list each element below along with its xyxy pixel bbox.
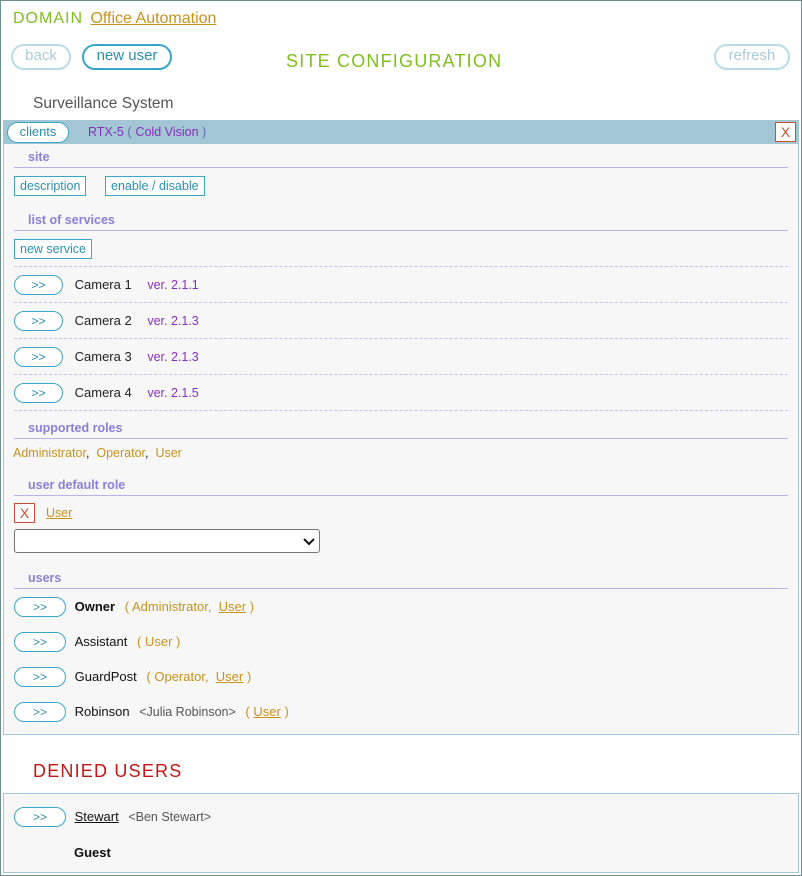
site-heading: site — [14, 148, 788, 168]
client-name: Cold Vision — [135, 125, 199, 139]
clients-button[interactable]: clients — [7, 122, 69, 143]
domain-name-link[interactable]: Office Automation — [90, 10, 216, 27]
expand-denied-user-button[interactable]: >> — [14, 807, 66, 827]
denied-user-role: Guest — [74, 845, 111, 860]
new-user-button[interactable]: new user — [82, 44, 172, 70]
role-item: Operator — [96, 446, 146, 460]
user-fullname: <Julia Robinson> — [139, 705, 236, 719]
default-role-heading: user default role — [14, 476, 788, 496]
service-name: Camera 2 — [74, 313, 132, 328]
service-row: >> Camera 4 ver. 2.1.5 — [14, 383, 199, 403]
user-role-link[interactable]: User — [216, 669, 243, 684]
page-title: SITE CONFIGURATION — [286, 51, 503, 71]
role-item: User — [155, 446, 182, 460]
expand-service-button[interactable]: >> — [14, 275, 63, 295]
close-client-button[interactable]: X — [775, 122, 796, 142]
user-row: >> Assistant ( User ) — [14, 632, 180, 652]
denied-user-row: >> Stewart <Ben Stewart> — [14, 807, 211, 827]
system-name: Surveillance System — [33, 95, 174, 112]
user-name: Assistant — [74, 634, 128, 649]
remove-default-role-button[interactable]: X — [14, 503, 35, 523]
default-role-link[interactable]: User — [46, 506, 72, 520]
denied-users-heading: DENIED USERS — [33, 761, 183, 781]
service-version: ver. 2.1.3 — [147, 314, 199, 328]
domain-label: DOMAIN — [13, 10, 83, 27]
divider — [14, 266, 788, 267]
user-role-link[interactable]: User — [219, 599, 246, 614]
service-version: ver. 2.1.3 — [147, 350, 199, 364]
user-row: >> Robinson <Julia Robinson> ( User ) — [14, 702, 289, 722]
new-service-button[interactable]: new service — [14, 239, 92, 259]
divider — [14, 410, 788, 411]
service-row: >> Camera 3 ver. 2.1.3 — [14, 347, 199, 367]
services-heading: list of services — [14, 211, 788, 231]
user-role: Administrator — [131, 599, 208, 614]
service-version: ver. 2.1.1 — [147, 278, 199, 292]
user-role-link[interactable]: User — [253, 704, 280, 719]
service-name: Camera 4 — [74, 385, 132, 400]
user-name: GuardPost — [74, 669, 137, 684]
expand-service-button[interactable]: >> — [14, 311, 63, 331]
client-open-paren: ( — [127, 125, 132, 139]
expand-service-button[interactable]: >> — [14, 347, 63, 367]
user-roles: ( Operator, User ) — [146, 669, 252, 684]
denied-user-fullname: <Ben Stewart> — [128, 810, 212, 824]
service-name: Camera 1 — [74, 277, 132, 292]
user-role: Operator — [154, 669, 205, 684]
user-row: >> Owner ( Administrator, User ) — [14, 597, 254, 617]
domain-header: DOMAIN Office Automation — [13, 10, 216, 28]
denied-user-name-link[interactable]: Stewart — [75, 809, 119, 824]
role-item: Administrator — [13, 446, 86, 460]
back-button[interactable]: back — [11, 44, 71, 70]
user-roles: ( Administrator, User ) — [124, 599, 255, 614]
divider — [14, 338, 788, 339]
user-name: Owner — [74, 599, 116, 614]
user-role: User — [144, 634, 173, 649]
user-row: >> GuardPost ( Operator, User ) — [14, 667, 251, 687]
divider — [14, 374, 788, 375]
roles-list: Administrator, Operator, User — [13, 446, 182, 460]
default-role-select[interactable] — [14, 529, 320, 553]
service-row: >> Camera 2 ver. 2.1.3 — [14, 311, 199, 331]
service-row: >> Camera 1 ver. 2.1.1 — [14, 275, 199, 295]
expand-user-button[interactable]: >> — [14, 597, 66, 617]
client-id: RTX-5 — [88, 125, 124, 139]
user-name: Robinson — [74, 704, 130, 719]
expand-service-button[interactable]: >> — [14, 383, 63, 403]
denied-users-panel — [3, 793, 799, 873]
expand-user-button[interactable]: >> — [14, 632, 66, 652]
client-info: RTX-5 (Cold Vision ) — [88, 125, 206, 139]
roles-heading: supported roles — [14, 419, 788, 439]
user-roles: ( User ) — [137, 634, 181, 649]
refresh-button[interactable]: refresh — [714, 44, 790, 70]
chevron-down-icon — [303, 538, 315, 546]
description-button[interactable]: description — [14, 176, 87, 196]
service-version: ver. 2.1.5 — [147, 386, 199, 400]
service-name: Camera 3 — [74, 349, 132, 364]
divider — [14, 302, 788, 303]
expand-user-button[interactable]: >> — [14, 667, 66, 687]
users-heading: users — [14, 569, 788, 589]
enable-disable-button[interactable]: enable / disable — [105, 176, 205, 196]
user-roles: ( User ) — [245, 704, 289, 719]
client-close-paren: ) — [202, 125, 207, 139]
expand-user-button[interactable]: >> — [14, 702, 66, 722]
